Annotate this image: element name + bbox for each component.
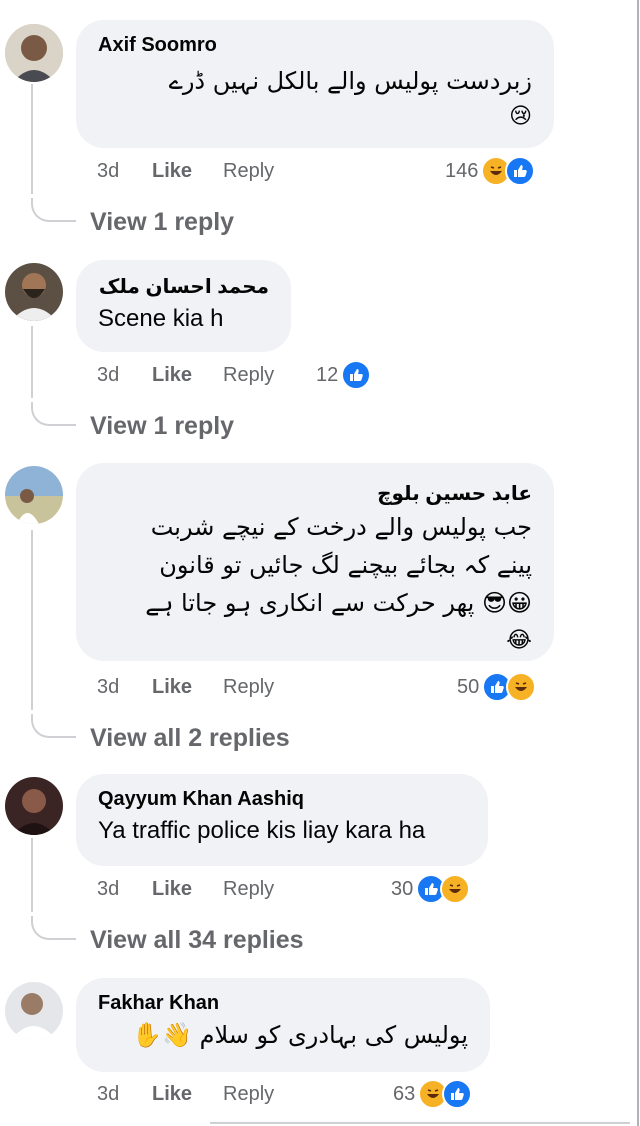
like-button[interactable]: Like xyxy=(152,364,223,387)
reply-button[interactable]: Reply xyxy=(223,676,303,699)
comment-author[interactable]: Qayyum Khan Aashiq xyxy=(98,788,466,811)
haha-icon xyxy=(506,672,537,702)
comment-actions: 3d Like Reply xyxy=(97,160,303,183)
thread-line xyxy=(31,530,33,710)
view-replies-link[interactable]: View all 2 replies xyxy=(90,724,290,753)
reply-button[interactable]: Reply xyxy=(223,878,303,901)
avatar[interactable] xyxy=(5,777,63,835)
comment-actions: 3d Like Reply xyxy=(97,364,303,387)
comment-author[interactable]: Axif Soomro xyxy=(98,34,532,57)
reaction-summary[interactable]: 63 xyxy=(393,1079,473,1109)
reaction-count: 30 xyxy=(391,877,414,900)
like-icon xyxy=(505,156,536,186)
reaction-count: 146 xyxy=(445,159,479,182)
laughing-emoji-icon: 😂 xyxy=(506,628,532,653)
view-replies-link[interactable]: View 1 reply xyxy=(90,412,234,441)
comment-time[interactable]: 3d xyxy=(97,364,152,387)
reaction-summary[interactable]: 146 xyxy=(445,156,536,186)
like-button[interactable]: Like xyxy=(152,878,223,901)
comment-bubble: محمد احسان ملک Scene kia h xyxy=(76,260,291,352)
comment-actions: 3d Like Reply xyxy=(97,676,303,699)
thread-connector xyxy=(31,916,76,940)
like-icon xyxy=(341,360,372,390)
comment-author[interactable]: محمد احسان ملک xyxy=(98,274,269,299)
like-button[interactable]: Like xyxy=(152,160,223,183)
reaction-summary[interactable]: 12 xyxy=(316,360,372,390)
comment-time[interactable]: 3d xyxy=(97,878,152,901)
avatar[interactable] xyxy=(5,982,63,1040)
comment-text: پولیس کی بہادری کو سلام 👋✋ xyxy=(98,1017,468,1053)
comment-line: پینے کہ بجائے بیچنے لگ جائیں تو قانون xyxy=(159,551,532,579)
scrollbar-track xyxy=(637,0,639,1126)
thread-connector xyxy=(31,198,76,222)
avatar[interactable] xyxy=(5,24,63,82)
comment-actions: 3d Like Reply xyxy=(97,878,303,901)
avatar[interactable] xyxy=(5,466,63,524)
comment-text: Ya traffic police kis liay kara ha xyxy=(98,817,426,844)
comment-line: زبردست پولیس والے بالکل نہیں ڈرے xyxy=(168,67,532,95)
thread-connector xyxy=(31,402,76,426)
like-button[interactable]: Like xyxy=(152,1083,223,1106)
view-replies-link[interactable]: View all 34 replies xyxy=(90,926,304,955)
comment-time[interactable]: 3d xyxy=(97,1083,152,1106)
crying-emoji-icon: 😢 xyxy=(509,104,532,129)
comment-line: پولیس کی بہادری کو سلام xyxy=(199,1021,468,1049)
avatar[interactable] xyxy=(5,263,63,321)
like-button[interactable]: Like xyxy=(152,676,223,699)
comment-bubble: Fakhar Khan پولیس کی بہادری کو سلام 👋✋ xyxy=(76,978,490,1072)
comment-bubble: عابد حسین بلوچ جب پولیس والے درخت کے نیچ… xyxy=(76,463,554,661)
reply-button[interactable]: Reply xyxy=(223,1083,303,1106)
divider xyxy=(210,1122,630,1124)
thread-connector xyxy=(31,714,76,738)
like-icon xyxy=(442,1079,473,1109)
thread-line xyxy=(31,326,33,398)
reply-button[interactable]: Reply xyxy=(223,160,303,183)
view-replies-link[interactable]: View 1 reply xyxy=(90,208,234,237)
comment-author[interactable]: Fakhar Khan xyxy=(98,992,468,1015)
reaction-count: 63 xyxy=(393,1082,416,1105)
comment-bubble: Axif Soomro زبردست پولیس والے بالکل نہیں… xyxy=(76,20,554,148)
comment-bubble: Qayyum Khan Aashiq Ya traffic police kis… xyxy=(76,774,488,866)
thread-line xyxy=(31,838,33,912)
comment-line: جب پولیس والے درخت کے نیچے شربت xyxy=(150,513,532,541)
haha-icon xyxy=(440,874,471,904)
comment-text: جب پولیس والے درخت کے نیچے شربت پینے کہ … xyxy=(98,508,532,660)
reaction-summary[interactable]: 50 xyxy=(457,672,537,702)
comment-line: 😀😎 پھر حرکت سے انکاری ہو جاتا ہے xyxy=(98,584,532,622)
comment-time[interactable]: 3d xyxy=(97,160,152,183)
smile-sunglasses-emoji-icon: 😀😎 xyxy=(481,589,532,617)
wave-emoji-icon: 👋✋ xyxy=(132,1021,192,1049)
comment-text: زبردست پولیس والے بالکل نہیں ڈرے 😢 xyxy=(98,63,532,135)
reply-button[interactable]: Reply xyxy=(223,364,303,387)
comment-text: Scene kia h xyxy=(98,305,224,332)
reaction-count: 50 xyxy=(457,675,480,698)
comment-actions: 3d Like Reply xyxy=(97,1083,303,1106)
reaction-summary[interactable]: 30 xyxy=(391,874,471,904)
thread-line xyxy=(31,84,33,194)
comment-time[interactable]: 3d xyxy=(97,676,152,699)
comment-line-text: پھر حرکت سے انکاری ہو جاتا ہے xyxy=(145,589,475,617)
comment-author[interactable]: عابد حسین بلوچ xyxy=(98,481,532,506)
reaction-count: 12 xyxy=(316,363,339,386)
